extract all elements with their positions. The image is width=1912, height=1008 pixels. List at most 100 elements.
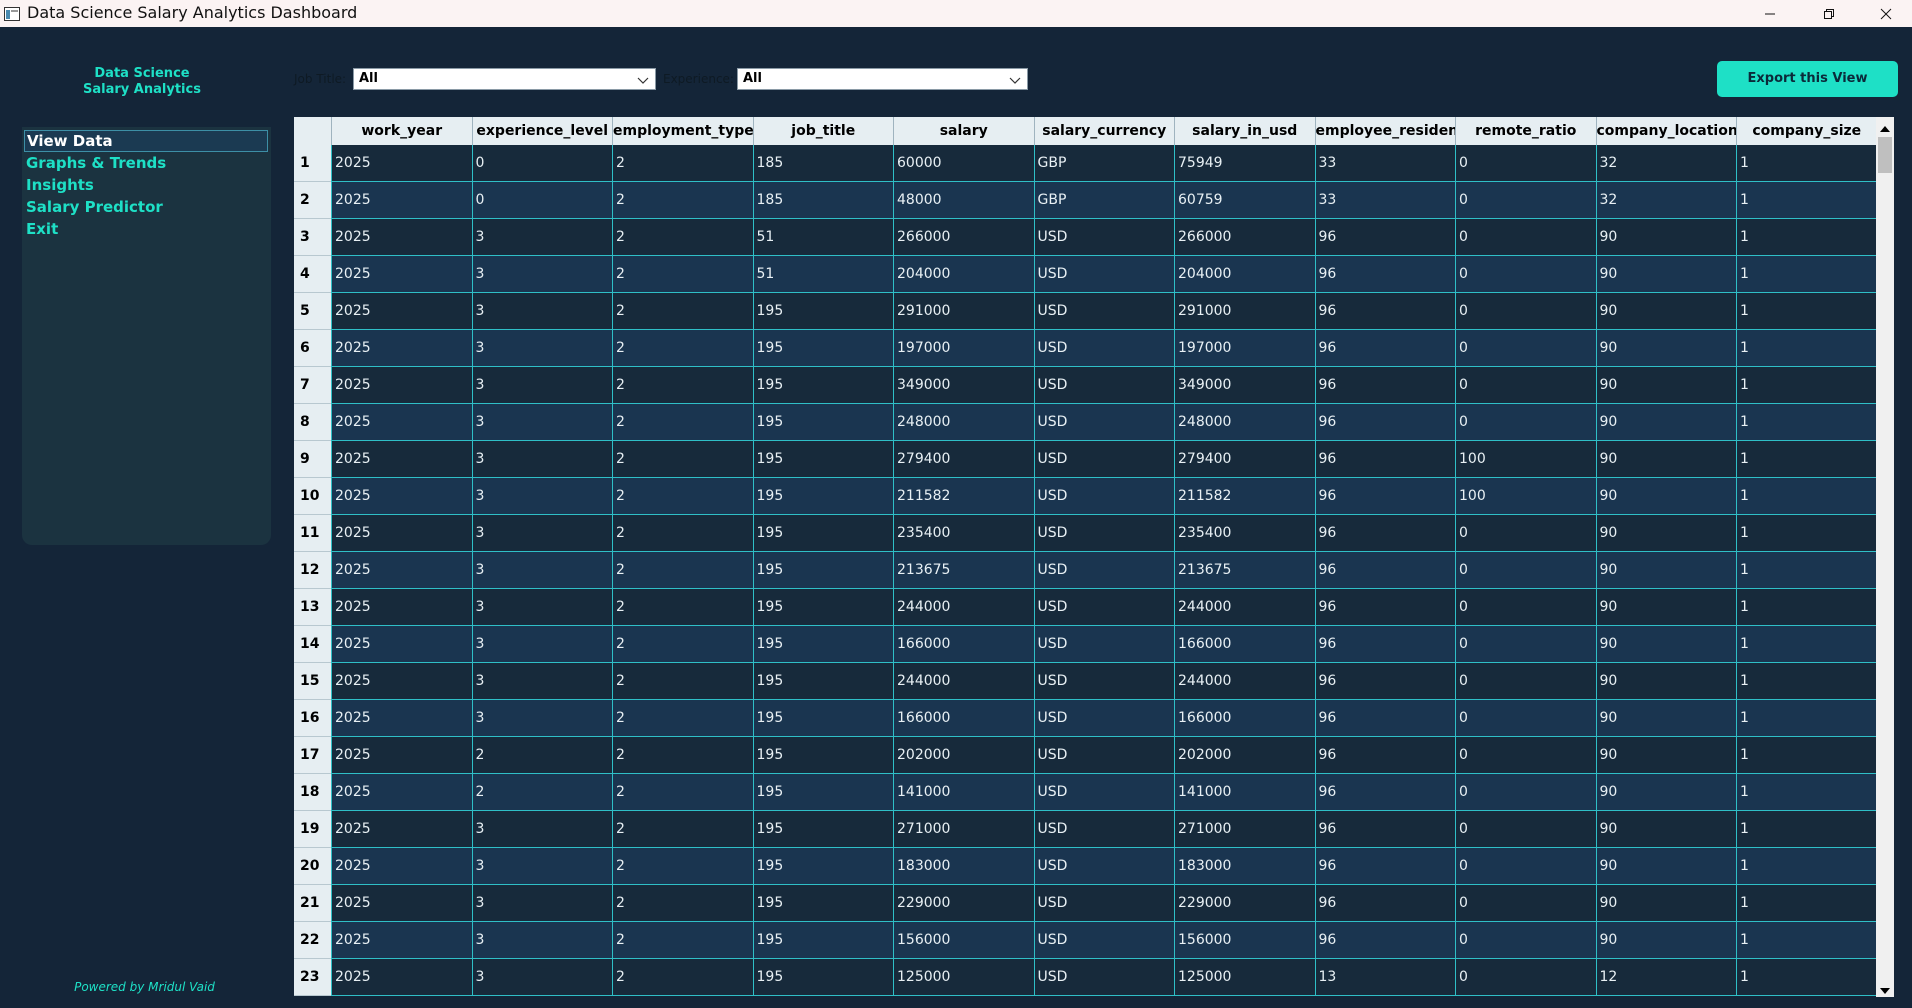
table-corner[interactable] [294,117,331,145]
row-number[interactable]: 16 [294,700,331,737]
table-cell-company-location[interactable]: 90 [1595,885,1736,922]
column-header-company-location[interactable]: company_location [1595,117,1736,145]
table-cell-salary[interactable]: 213675 [893,552,1034,589]
table-cell-salary[interactable]: 166000 [893,626,1034,663]
table-cell-experience-level[interactable]: 3 [471,552,612,589]
table-cell-work-year[interactable]: 2025 [331,404,472,441]
table-cell-job-title[interactable]: 195 [752,404,893,441]
table-cell-job-title[interactable]: 195 [752,515,893,552]
table-cell-salary-in-usd[interactable]: 183000 [1174,848,1315,885]
table-cell-salary-currency[interactable]: USD [1033,367,1174,404]
table-cell-company-size[interactable]: 1 [1736,700,1877,737]
table-cell-remote-ratio[interactable]: 0 [1455,182,1596,219]
table-cell-employee-residence[interactable]: 96 [1314,478,1455,515]
row-number[interactable]: 15 [294,663,331,700]
table-cell-remote-ratio[interactable]: 0 [1455,145,1596,182]
table-cell-employment-type[interactable]: 2 [612,441,753,478]
table-cell-salary[interactable]: 248000 [893,404,1034,441]
scroll-up-icon[interactable] [1879,120,1891,132]
row-number[interactable]: 7 [294,367,331,404]
column-header-job-title[interactable]: job_title [752,117,893,145]
table-cell-remote-ratio[interactable]: 0 [1455,626,1596,663]
table-cell-employment-type[interactable]: 2 [612,330,753,367]
table-cell-salary[interactable]: 235400 [893,515,1034,552]
table-cell-remote-ratio[interactable]: 0 [1455,589,1596,626]
table-cell-experience-level[interactable]: 3 [471,515,612,552]
table-cell-company-location[interactable]: 90 [1595,367,1736,404]
table-cell-salary[interactable]: 204000 [893,256,1034,293]
table-cell-salary[interactable]: 229000 [893,885,1034,922]
table-cell-salary-currency[interactable]: USD [1033,774,1174,811]
table-cell-work-year[interactable]: 2025 [331,774,472,811]
table-cell-employee-residence[interactable]: 13 [1314,959,1455,996]
table-cell-job-title[interactable]: 195 [752,959,893,996]
table-cell-experience-level[interactable]: 3 [471,478,612,515]
table-cell-company-location[interactable]: 90 [1595,293,1736,330]
table-cell-salary-currency[interactable]: USD [1033,922,1174,959]
table-cell-company-size[interactable]: 1 [1736,330,1877,367]
column-header-salary-in-usd[interactable]: salary_in_usd [1174,117,1315,145]
table-cell-salary-in-usd[interactable]: 60759 [1174,182,1315,219]
table-cell-company-size[interactable]: 1 [1736,811,1877,848]
table-cell-work-year[interactable]: 2025 [331,885,472,922]
table-cell-company-size[interactable]: 1 [1736,885,1877,922]
table-cell-salary-in-usd[interactable]: 156000 [1174,922,1315,959]
table-cell-salary-in-usd[interactable]: 235400 [1174,515,1315,552]
table-cell-salary-in-usd[interactable]: 202000 [1174,737,1315,774]
table-cell-company-size[interactable]: 1 [1736,626,1877,663]
table-cell-company-size[interactable]: 1 [1736,293,1877,330]
table-cell-salary-in-usd[interactable]: 211582 [1174,478,1315,515]
table-cell-salary[interactable]: 244000 [893,589,1034,626]
table-cell-salary-currency[interactable]: USD [1033,478,1174,515]
table-cell-remote-ratio[interactable]: 0 [1455,811,1596,848]
table-cell-employment-type[interactable]: 2 [612,404,753,441]
table-cell-salary-currency[interactable]: USD [1033,330,1174,367]
table-cell-salary-currency[interactable]: USD [1033,515,1174,552]
table-cell-salary-currency[interactable]: USD [1033,959,1174,996]
table-cell-employee-residence[interactable]: 96 [1314,256,1455,293]
column-header-experience-level[interactable]: experience_level [471,117,612,145]
table-cell-experience-level[interactable]: 3 [471,330,612,367]
table-cell-company-location[interactable]: 90 [1595,552,1736,589]
table-cell-employment-type[interactable]: 2 [612,515,753,552]
table-cell-work-year[interactable]: 2025 [331,478,472,515]
table-cell-employment-type[interactable]: 2 [612,922,753,959]
table-cell-employee-residence[interactable]: 96 [1314,737,1455,774]
table-cell-employment-type[interactable]: 2 [612,885,753,922]
table-cell-employee-residence[interactable]: 96 [1314,663,1455,700]
table-cell-company-size[interactable]: 1 [1736,959,1877,996]
table-cell-work-year[interactable]: 2025 [331,182,472,219]
table-cell-company-size[interactable]: 1 [1736,404,1877,441]
table-cell-company-size[interactable]: 1 [1736,367,1877,404]
table-cell-salary[interactable]: 266000 [893,219,1034,256]
table-cell-job-title[interactable]: 195 [752,774,893,811]
table-cell-salary-in-usd[interactable]: 244000 [1174,589,1315,626]
column-header-remote-ratio[interactable]: remote_ratio [1455,117,1596,145]
table-cell-company-size[interactable]: 1 [1736,219,1877,256]
table-cell-remote-ratio[interactable]: 0 [1455,330,1596,367]
table-cell-employee-residence[interactable]: 96 [1314,330,1455,367]
table-cell-employee-residence[interactable]: 96 [1314,515,1455,552]
table-cell-salary-currency[interactable]: USD [1033,885,1174,922]
row-number[interactable]: 18 [294,774,331,811]
table-cell-salary-in-usd[interactable]: 141000 [1174,774,1315,811]
table-cell-work-year[interactable]: 2025 [331,145,472,182]
table-cell-employment-type[interactable]: 2 [612,700,753,737]
table-cell-employee-residence[interactable]: 96 [1314,885,1455,922]
table-cell-company-location[interactable]: 90 [1595,330,1736,367]
table-cell-salary-currency[interactable]: USD [1033,219,1174,256]
table-cell-salary-currency[interactable]: USD [1033,626,1174,663]
column-header-work-year[interactable]: work_year [331,117,472,145]
table-cell-experience-level[interactable]: 3 [471,589,612,626]
table-cell-company-size[interactable]: 1 [1736,848,1877,885]
row-number[interactable]: 4 [294,256,331,293]
table-cell-company-size[interactable]: 1 [1736,774,1877,811]
scroll-thumb[interactable] [1878,137,1892,173]
table-cell-experience-level[interactable]: 3 [471,626,612,663]
table-cell-salary-currency[interactable]: USD [1033,663,1174,700]
table-cell-salary[interactable]: 291000 [893,293,1034,330]
table-cell-experience-level[interactable]: 3 [471,959,612,996]
table-cell-salary-in-usd[interactable]: 349000 [1174,367,1315,404]
table-cell-employment-type[interactable]: 2 [612,589,753,626]
table-cell-remote-ratio[interactable]: 0 [1455,959,1596,996]
